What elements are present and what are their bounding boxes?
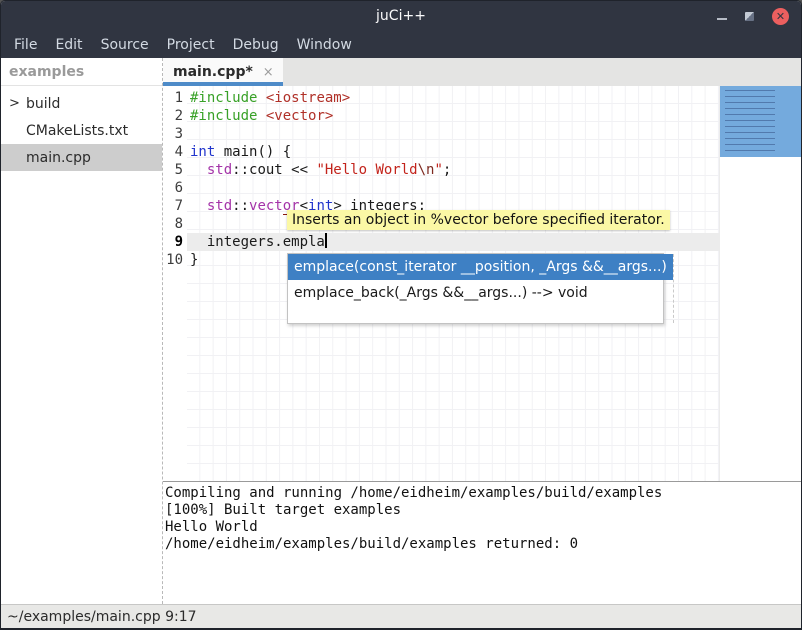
code-line-2: #include <vector> [187, 107, 719, 125]
tab-close-icon[interactable]: × [263, 65, 274, 80]
code-line-1: #include <iostream> [187, 89, 719, 107]
tree-item-build[interactable]: >build [1, 90, 162, 117]
line-number: 10 [163, 251, 187, 269]
file-tree: >build CMakeLists.txt main.cpp [1, 86, 162, 171]
line-number: 1 [163, 89, 187, 107]
tab-main-cpp[interactable]: main.cpp* × [163, 58, 283, 86]
app-window: juCi++ ✕ FileEditSourceProjectDebugWindo… [0, 0, 802, 630]
code-line-4: int main() { [187, 143, 719, 161]
line-number: 3 [163, 125, 187, 143]
close-icon[interactable]: ✕ [772, 8, 789, 25]
line-number: 8 [163, 215, 187, 233]
autocomplete-item[interactable]: emplace(const_iterator __position, _Args… [288, 254, 673, 280]
line-number: 6 [163, 179, 187, 197]
output-line: Hello World [165, 519, 801, 536]
chevron-right-icon[interactable]: > [9, 96, 26, 111]
line-number: 2 [163, 107, 187, 125]
line-number: 9 [163, 233, 187, 251]
autocomplete-scrollbar[interactable] [673, 254, 681, 323]
output-line: [100%] Built target examples [165, 502, 801, 519]
code-line-9: integers.empla [187, 233, 719, 251]
menu-item-project[interactable]: Project [158, 33, 224, 57]
project-name: examples [1, 58, 162, 86]
minimap-visible-region[interactable] [720, 86, 801, 157]
code-line-3 [187, 125, 719, 143]
text-cursor [325, 233, 327, 248]
tree-item-label: build [26, 96, 60, 112]
autocomplete-popup: emplace(const_iterator __position, _Args… [287, 253, 664, 324]
tree-item-cmakelists-txt[interactable]: CMakeLists.txt [1, 117, 162, 144]
tab-label: main.cpp* [173, 64, 253, 80]
menu-item-edit[interactable]: Edit [46, 33, 91, 57]
line-number-gutter: 12345678910 [163, 86, 187, 481]
autocomplete-item[interactable]: emplace_back(_Args &&__args...) --> void [288, 280, 673, 306]
tabbar: main.cpp* × [163, 58, 801, 86]
menu-item-window[interactable]: Window [288, 33, 361, 57]
file-tree-panel: examples >build CMakeLists.txt main.cpp [1, 58, 163, 604]
menu-item-file[interactable]: File [5, 33, 46, 57]
window-controls: ✕ [717, 8, 801, 25]
line-number: 5 [163, 161, 187, 179]
tree-item-main-cpp[interactable]: main.cpp [1, 144, 162, 171]
code-line-6 [187, 179, 719, 197]
titlebar[interactable]: juCi++ ✕ [1, 1, 801, 31]
window-title: juCi++ [1, 8, 801, 24]
main-content: examples >build CMakeLists.txt main.cpp ma… [1, 58, 801, 604]
autocomplete-list: emplace(const_iterator __position, _Args… [288, 254, 673, 323]
tree-item-label: CMakeLists.txt [26, 123, 128, 139]
doc-tooltip: Inserts an object in %vector before spec… [287, 210, 670, 230]
statusbar: ~/examples/main.cpp 9:17 [1, 604, 801, 628]
output-line: /home/eidheim/examples/build/examples re… [165, 536, 801, 553]
menubar: FileEditSourceProjectDebugWindow [1, 31, 801, 58]
minimap[interactable] [719, 86, 801, 481]
menu-item-debug[interactable]: Debug [224, 33, 288, 57]
line-number: 7 [163, 197, 187, 215]
minimize-icon[interactable] [717, 18, 727, 20]
status-file-position: ~/examples/main.cpp 9:17 [7, 609, 197, 625]
output-line: Compiling and running /home/eidheim/exam… [165, 485, 801, 502]
menu-item-source[interactable]: Source [92, 33, 158, 57]
minimap-code-lines [725, 90, 775, 152]
code-line-5: std::cout << "Hello World\n"; [187, 161, 719, 179]
code-editor[interactable]: 12345678910 #include <iostream>#include … [163, 86, 801, 481]
build-output-pane[interactable]: Compiling and running /home/eidheim/exam… [163, 481, 801, 605]
tree-item-label: main.cpp [26, 150, 91, 166]
editor-column: main.cpp* × 12345678910 #include <iostre… [163, 58, 801, 604]
restore-icon[interactable] [745, 12, 754, 21]
line-number: 4 [163, 143, 187, 161]
